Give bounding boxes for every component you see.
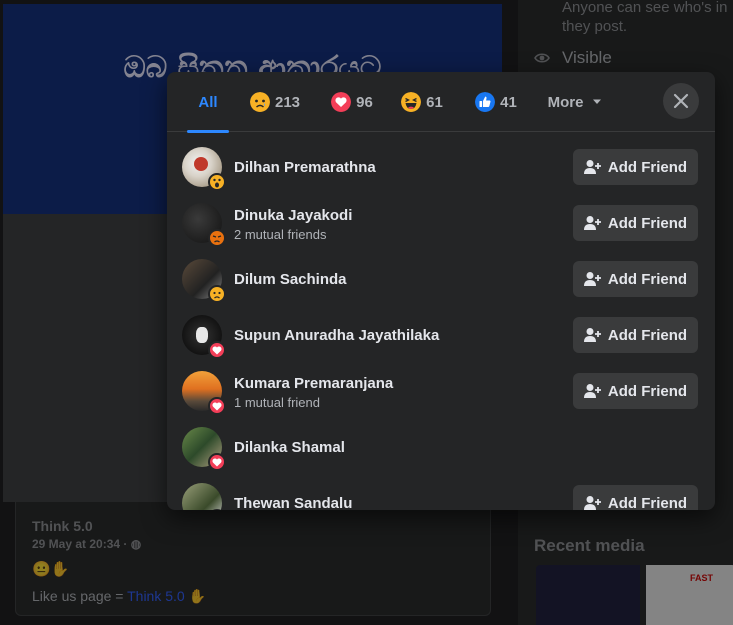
add-friend-icon [583,216,601,230]
love-reaction-icon [208,341,226,359]
reactor-row: Supun Anuradha Jayathilaka Add Friend [167,307,715,363]
tab-like[interactable]: 41 [471,72,521,132]
add-friend-icon [583,384,601,398]
add-friend-icon [583,160,601,174]
reactor-row: Dilhan Premarathna Add Friend [167,139,715,195]
add-friend-label: Add Friend [607,214,688,232]
add-friend-button[interactable]: Add Friend [573,317,698,353]
caret-down-icon [593,99,602,104]
reactor-name[interactable]: Dilum Sachinda [234,271,347,288]
close-icon [673,93,689,109]
add-friend-label: Add Friend [607,494,688,511]
sad-reaction-icon [208,285,226,303]
like-reaction-icon [475,92,496,112]
tab-sad-count: 213 [274,93,301,111]
tab-love[interactable]: 96 [327,72,377,132]
add-friend-button[interactable]: Add Friend [573,149,698,185]
add-friend-label: Add Friend [607,326,688,344]
reactor-name[interactable]: Supun Anuradha Jayathilaka [234,327,439,344]
reactor-name[interactable]: Dilhan Premarathna [234,159,376,176]
reactor-name[interactable]: Thewan Sandalu [234,495,352,510]
tab-more[interactable]: More [545,72,605,132]
haha-reaction-icon [401,92,422,112]
reactor-row: Dilanka Shamal [167,419,715,475]
mutual-friends[interactable]: 2 mutual friends [234,227,327,242]
reactor-row: Kumara Premaranjana 1 mutual friend Add … [167,363,715,419]
add-friend-label: Add Friend [607,158,688,176]
add-friend-button[interactable]: Add Friend [573,205,698,241]
love-reaction-icon [208,397,226,415]
reactor-row: Thewan Sandalu Add Friend [167,475,715,510]
add-friend-icon [583,496,601,510]
reactor-list[interactable]: Dilhan Premarathna Add Friend Dinuka Jay… [167,133,715,510]
add-friend-icon [583,272,601,286]
add-friend-button[interactable]: Add Friend [573,261,698,297]
tab-all[interactable]: All [187,72,229,133]
reactor-name[interactable]: Dinuka Jayakodi [234,207,352,224]
wow-reaction-icon [208,173,226,191]
tab-like-count: 41 [500,93,517,111]
reactor-name[interactable]: Kumara Premaranjana [234,375,393,392]
tab-haha-count: 61 [426,93,443,111]
love-reaction-icon [331,92,352,112]
add-friend-button[interactable]: Add Friend [573,485,698,510]
tab-haha[interactable]: 61 [397,72,447,132]
close-button[interactable] [663,83,699,119]
sad-reaction-icon [249,92,270,112]
avatar[interactable] [182,483,222,510]
reactions-dialog: All 213 96 61 41 More Dilhan Premarathna… [167,72,715,510]
add-friend-icon [583,328,601,342]
add-friend-label: Add Friend [607,382,688,400]
tab-sad[interactable]: 213 [243,72,307,132]
tab-love-count: 96 [356,93,373,111]
tab-all-label: All [198,93,218,111]
reactor-row: Dinuka Jayakodi 2 mutual friends Add Fri… [167,195,715,251]
love-reaction-icon [208,453,226,471]
add-friend-label: Add Friend [607,270,688,288]
reactor-name[interactable]: Dilanka Shamal [234,439,345,456]
angry-reaction-icon [208,229,226,247]
mutual-friends[interactable]: 1 mutual friend [234,395,320,410]
add-friend-button[interactable]: Add Friend [573,373,698,409]
reactor-row: Dilum Sachinda Add Friend [167,251,715,307]
reaction-tabs: All 213 96 61 41 More [167,72,715,133]
tab-more-label: More [547,93,584,111]
